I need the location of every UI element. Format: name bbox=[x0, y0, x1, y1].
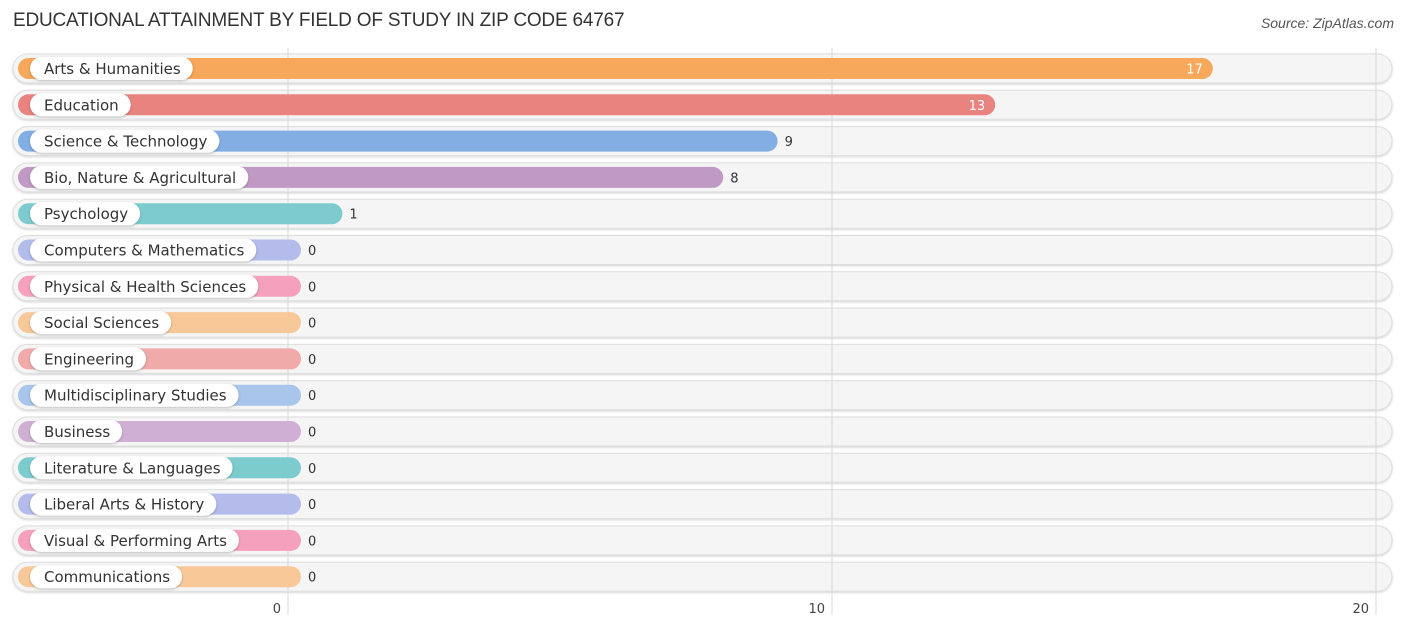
bar bbox=[18, 94, 996, 116]
x-tick-label: 10 bbox=[808, 602, 825, 617]
value-label: 8 bbox=[730, 171, 738, 186]
value-label: 0 bbox=[308, 280, 316, 295]
category-label: Literature & Languages bbox=[44, 459, 221, 477]
value-label: 0 bbox=[308, 498, 316, 513]
category-label: Communications bbox=[44, 568, 170, 586]
category-label: Psychology bbox=[44, 205, 128, 223]
value-label: 9 bbox=[785, 135, 793, 150]
bar-chart: Arts & Humanities 17 Education 13 Science & … bbox=[12, 48, 1393, 617]
category-label: Multidisciplinary Studies bbox=[44, 387, 227, 405]
value-label: 0 bbox=[308, 353, 316, 368]
value-label: 0 bbox=[308, 389, 316, 404]
category-label: Social Sciences bbox=[44, 314, 159, 332]
value-label: 0 bbox=[308, 426, 316, 441]
category-label: Education bbox=[44, 96, 119, 114]
x-tick-label: 20 bbox=[1352, 602, 1369, 617]
value-label: 0 bbox=[308, 244, 316, 259]
value-label: 0 bbox=[308, 462, 316, 477]
category-label: Engineering bbox=[44, 350, 134, 368]
category-label: Science & Technology bbox=[44, 133, 208, 151]
value-label: 1 bbox=[349, 208, 357, 223]
category-label: Bio, Nature & Agricultural bbox=[44, 169, 236, 187]
category-label: Arts & Humanities bbox=[44, 60, 181, 78]
value-label: 17 bbox=[1186, 63, 1203, 78]
value-label: 0 bbox=[308, 317, 316, 332]
value-label: 0 bbox=[308, 534, 316, 549]
category-label: Business bbox=[44, 423, 110, 441]
category-label: Physical & Health Sciences bbox=[44, 278, 246, 296]
value-label: 0 bbox=[308, 571, 316, 586]
x-tick-label: 0 bbox=[273, 602, 281, 617]
category-label: Visual & Performing Arts bbox=[44, 532, 227, 550]
value-label: 13 bbox=[969, 99, 986, 114]
bar bbox=[18, 58, 1213, 79]
category-label: Computers & Mathematics bbox=[44, 242, 244, 260]
category-label: Liberal Arts & History bbox=[44, 496, 204, 514]
